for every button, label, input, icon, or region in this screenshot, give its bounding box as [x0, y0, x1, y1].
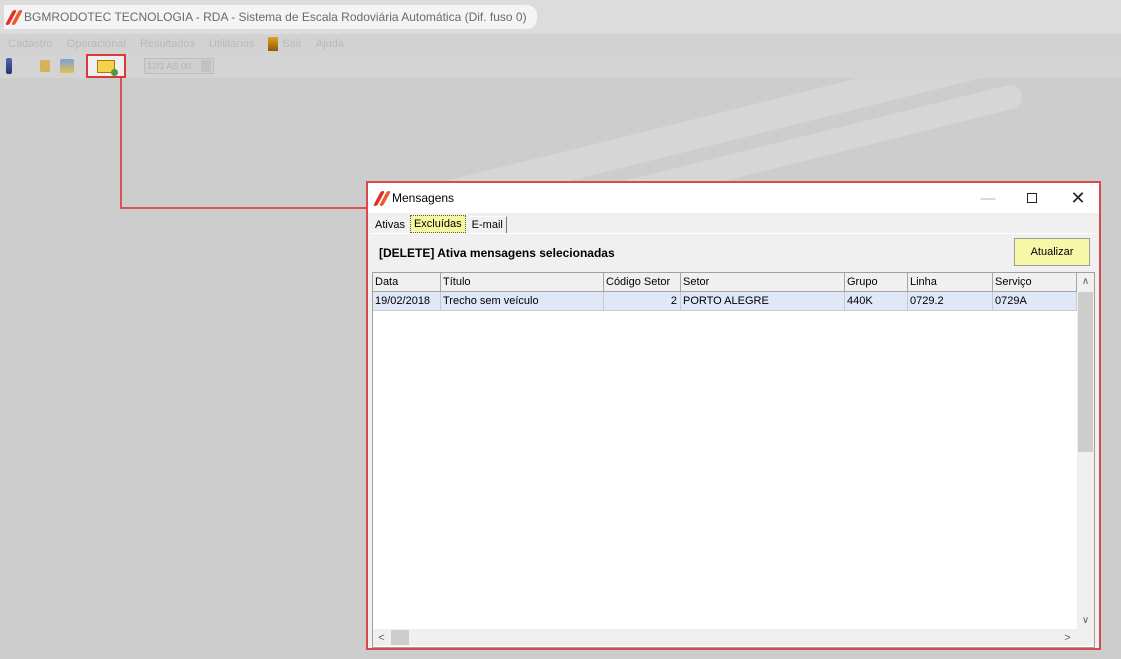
- people-icon[interactable]: [60, 59, 74, 73]
- scroll-right-icon[interactable]: >: [1059, 629, 1076, 646]
- menu-resultados[interactable]: Resultados: [140, 38, 195, 50]
- minimize-icon: —: [980, 189, 996, 207]
- scroll-up-icon[interactable]: ∧: [1077, 273, 1094, 290]
- maximize-icon: [1027, 193, 1037, 203]
- table-row[interactable]: 19/02/2018 Trecho sem veículo 2 PORTO AL…: [373, 292, 1077, 311]
- scrollbar-corner: [1077, 629, 1094, 646]
- cell-codigo-setor[interactable]: 2: [604, 292, 681, 311]
- messages-button[interactable]: [86, 54, 126, 78]
- envelope-icon: [97, 59, 118, 76]
- column-header-grupo[interactable]: Grupo: [845, 273, 908, 292]
- app-title: BGMRODOTEC TECNOLOGIA - RDA - Sistema de…: [24, 10, 527, 24]
- scroll-left-icon[interactable]: <: [373, 629, 390, 646]
- horizontal-scroll-thumb[interactable]: [391, 630, 409, 645]
- dialog-title: Mensagens: [392, 191, 455, 205]
- exit-door-icon: [268, 37, 279, 51]
- dialog-titlebar[interactable]: Mensagens — ✕: [368, 183, 1099, 213]
- minimize-button[interactable]: —: [966, 183, 1010, 213]
- column-header-titulo[interactable]: Título: [441, 273, 604, 292]
- scroll-down-icon[interactable]: ∨: [1077, 612, 1094, 629]
- menu-sair[interactable]: Sair: [282, 38, 302, 50]
- horizontal-scrollbar[interactable]: < >: [373, 629, 1077, 646]
- cell-linha[interactable]: 0729.2: [908, 292, 993, 311]
- vertical-scrollbar[interactable]: ∧ ∨: [1077, 273, 1094, 629]
- maximize-button[interactable]: [1010, 183, 1054, 213]
- close-icon: ✕: [1070, 187, 1086, 208]
- messages-dialog: Mensagens — ✕ Ativas Excluídas E-mail [D…: [366, 181, 1101, 650]
- menu-ajuda[interactable]: Ajuda: [316, 38, 344, 50]
- column-header-codigo-setor[interactable]: Código Setor: [604, 273, 681, 292]
- close-button[interactable]: ✕: [1056, 183, 1100, 213]
- tab-bar: Ativas Excluídas E-mail: [372, 213, 507, 233]
- column-header-data[interactable]: Data: [373, 273, 441, 292]
- cell-data[interactable]: 19/02/2018: [373, 292, 441, 311]
- menu-utilitarios[interactable]: Utilitários: [209, 38, 254, 50]
- dialog-toolbar: [DELETE] Ativa mensagens selecionadas At…: [370, 233, 1097, 271]
- menu-operacional[interactable]: Operacional: [67, 38, 126, 50]
- cell-grupo[interactable]: 440K: [845, 292, 908, 311]
- column-header-setor[interactable]: Setor: [681, 273, 845, 292]
- cell-titulo[interactable]: Trecho sem veículo: [441, 292, 604, 311]
- toolbar-combo-value: 12/1 AS 00: [147, 61, 192, 71]
- cell-servico[interactable]: 0729A: [993, 292, 1077, 311]
- cell-setor[interactable]: PORTO ALEGRE: [681, 292, 845, 311]
- column-header-servico[interactable]: Serviço: [993, 273, 1077, 292]
- bgm-logo-icon: [373, 191, 391, 206]
- toolbar-combo[interactable]: 12/1 AS 00: [144, 58, 214, 74]
- app-toolbar: 12/1 AS 00: [0, 54, 1121, 78]
- refresh-button[interactable]: Atualizar: [1014, 238, 1090, 266]
- chevron-down-icon: [201, 60, 211, 72]
- bus-icon[interactable]: [6, 58, 12, 74]
- tab-ativas[interactable]: Ativas: [372, 217, 408, 233]
- vertical-scroll-thumb[interactable]: [1078, 292, 1093, 452]
- connector-line: [120, 78, 122, 209]
- tab-email[interactable]: E-mail: [468, 216, 507, 233]
- delete-hint-label: [DELETE] Ativa mensagens selecionadas: [379, 245, 615, 260]
- column-header-linha[interactable]: Linha: [908, 273, 993, 292]
- app-menubar: Cadastro Operacional Resultados Utilitár…: [0, 34, 1121, 54]
- messages-grid[interactable]: Data Título Código Setor Setor Grupo Lin…: [372, 272, 1095, 648]
- app-title-box: BGMRODOTEC TECNOLOGIA - RDA - Sistema de…: [4, 5, 537, 29]
- grid-header: Data Título Código Setor Setor Grupo Lin…: [373, 273, 1077, 292]
- bgm-logo-icon: [5, 10, 23, 25]
- connector-line: [120, 207, 368, 209]
- pencil-icon[interactable]: [40, 60, 50, 72]
- app-titlebar: BGMRODOTEC TECNOLOGIA - RDA - Sistema de…: [0, 0, 1121, 34]
- menu-cadastro[interactable]: Cadastro: [8, 38, 53, 50]
- tab-excluidas[interactable]: Excluídas: [409, 215, 466, 233]
